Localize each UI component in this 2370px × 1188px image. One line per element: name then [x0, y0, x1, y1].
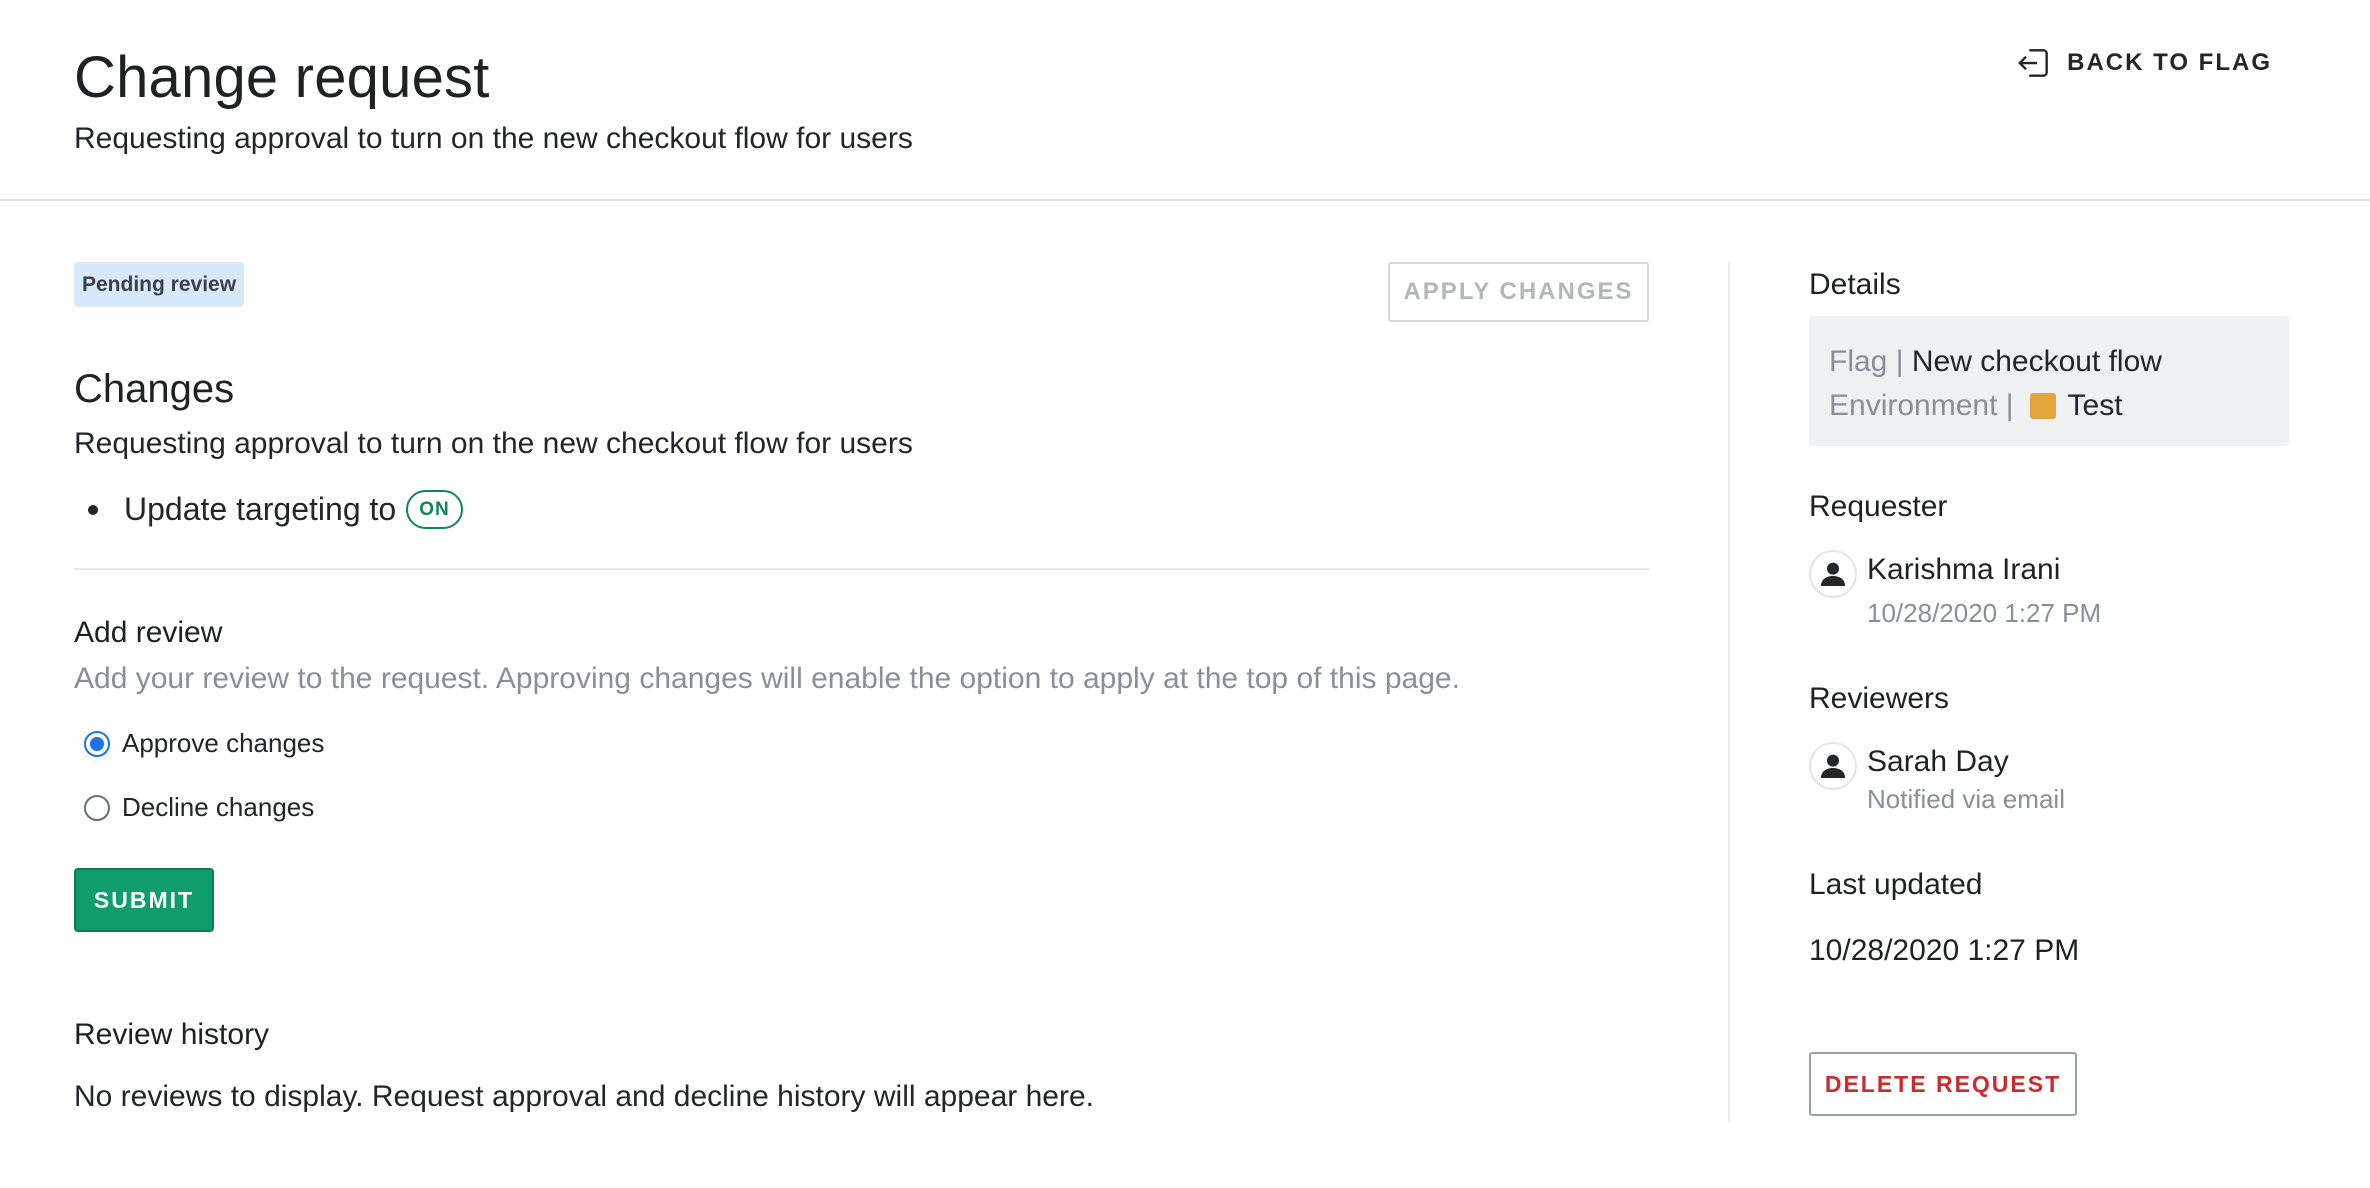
approve-label: Approve changes	[122, 728, 325, 758]
decline-changes-option[interactable]: Decline changes	[84, 792, 314, 823]
environment-detail: Environment | Test	[1829, 384, 2269, 428]
page-title: Change request	[74, 45, 490, 110]
avatar	[1809, 742, 1857, 790]
avatar	[1809, 550, 1857, 598]
last-updated-value: 10/28/2020 1:27 PM	[1809, 934, 2080, 967]
reviewers-heading: Reviewers	[1809, 682, 1950, 715]
delete-request-button[interactable]: DELETE REQUEST	[1809, 1052, 2077, 1116]
approve-changes-option[interactable]: Approve changes	[84, 728, 324, 759]
flag-name: New checkout flow	[1911, 345, 2162, 378]
environment-color-swatch	[2029, 393, 2056, 419]
user-icon	[1821, 754, 1845, 778]
environment-key: Environment |	[1829, 389, 2014, 422]
details-heading: Details	[1809, 268, 1901, 301]
reviewer-entry: Sarah Day Notified via email	[1809, 742, 2065, 815]
changes-heading: Changes	[74, 367, 235, 411]
add-review-description: Add your review to the request. Approvin…	[74, 662, 1460, 695]
flag-detail: Flag | New checkout flow	[1829, 340, 2269, 384]
on-status-pill: ON	[406, 490, 463, 529]
last-updated-heading: Last updated	[1809, 868, 1983, 901]
requester-name: Karishma Irani	[1867, 553, 2061, 586]
bullet-icon	[88, 504, 98, 515]
submit-button[interactable]: SUBMIT	[74, 868, 214, 932]
section-divider	[74, 568, 1649, 570]
flag-key: Flag |	[1829, 345, 1904, 378]
reviewer-status: Notified via email	[1867, 784, 2065, 814]
details-box: Flag | New checkout flow Environment | T…	[1809, 316, 2289, 446]
review-history-empty: No reviews to display. Request approval …	[74, 1080, 1094, 1113]
page-header: Change request Requesting approval to tu…	[0, 0, 2370, 201]
requester-heading: Requester	[1809, 490, 1948, 523]
approve-radio[interactable]	[84, 730, 110, 757]
reviewer-name: Sarah Day	[1867, 745, 2009, 778]
change-list-item: Update targeting to ON	[88, 490, 463, 529]
column-divider	[1728, 262, 1730, 1122]
back-to-flag-button[interactable]: BACK TO FLAG	[2015, 44, 2272, 82]
decline-radio[interactable]	[84, 794, 110, 821]
environment-name: Test	[2067, 389, 2123, 422]
user-icon	[1821, 562, 1845, 586]
change-item-text: Update targeting to	[124, 491, 397, 527]
back-to-flag-label: BACK TO FLAG	[2067, 49, 2272, 76]
add-review-heading: Add review	[74, 616, 223, 649]
decline-label: Decline changes	[122, 792, 315, 822]
review-history-heading: Review history	[74, 1018, 270, 1051]
page-subtitle: Requesting approval to turn on the new c…	[74, 122, 913, 155]
apply-changes-button[interactable]: APPLY CHANGES	[1388, 262, 1649, 322]
changes-description: Requesting approval to turn on the new c…	[74, 427, 913, 460]
status-badge: Pending review	[74, 262, 245, 307]
requester-entry: Karishma Irani 10/28/2020 1:27 PM	[1809, 550, 2101, 629]
requester-timestamp: 10/28/2020 1:27 PM	[1867, 598, 2102, 628]
exit-arrow-icon	[2018, 49, 2048, 77]
